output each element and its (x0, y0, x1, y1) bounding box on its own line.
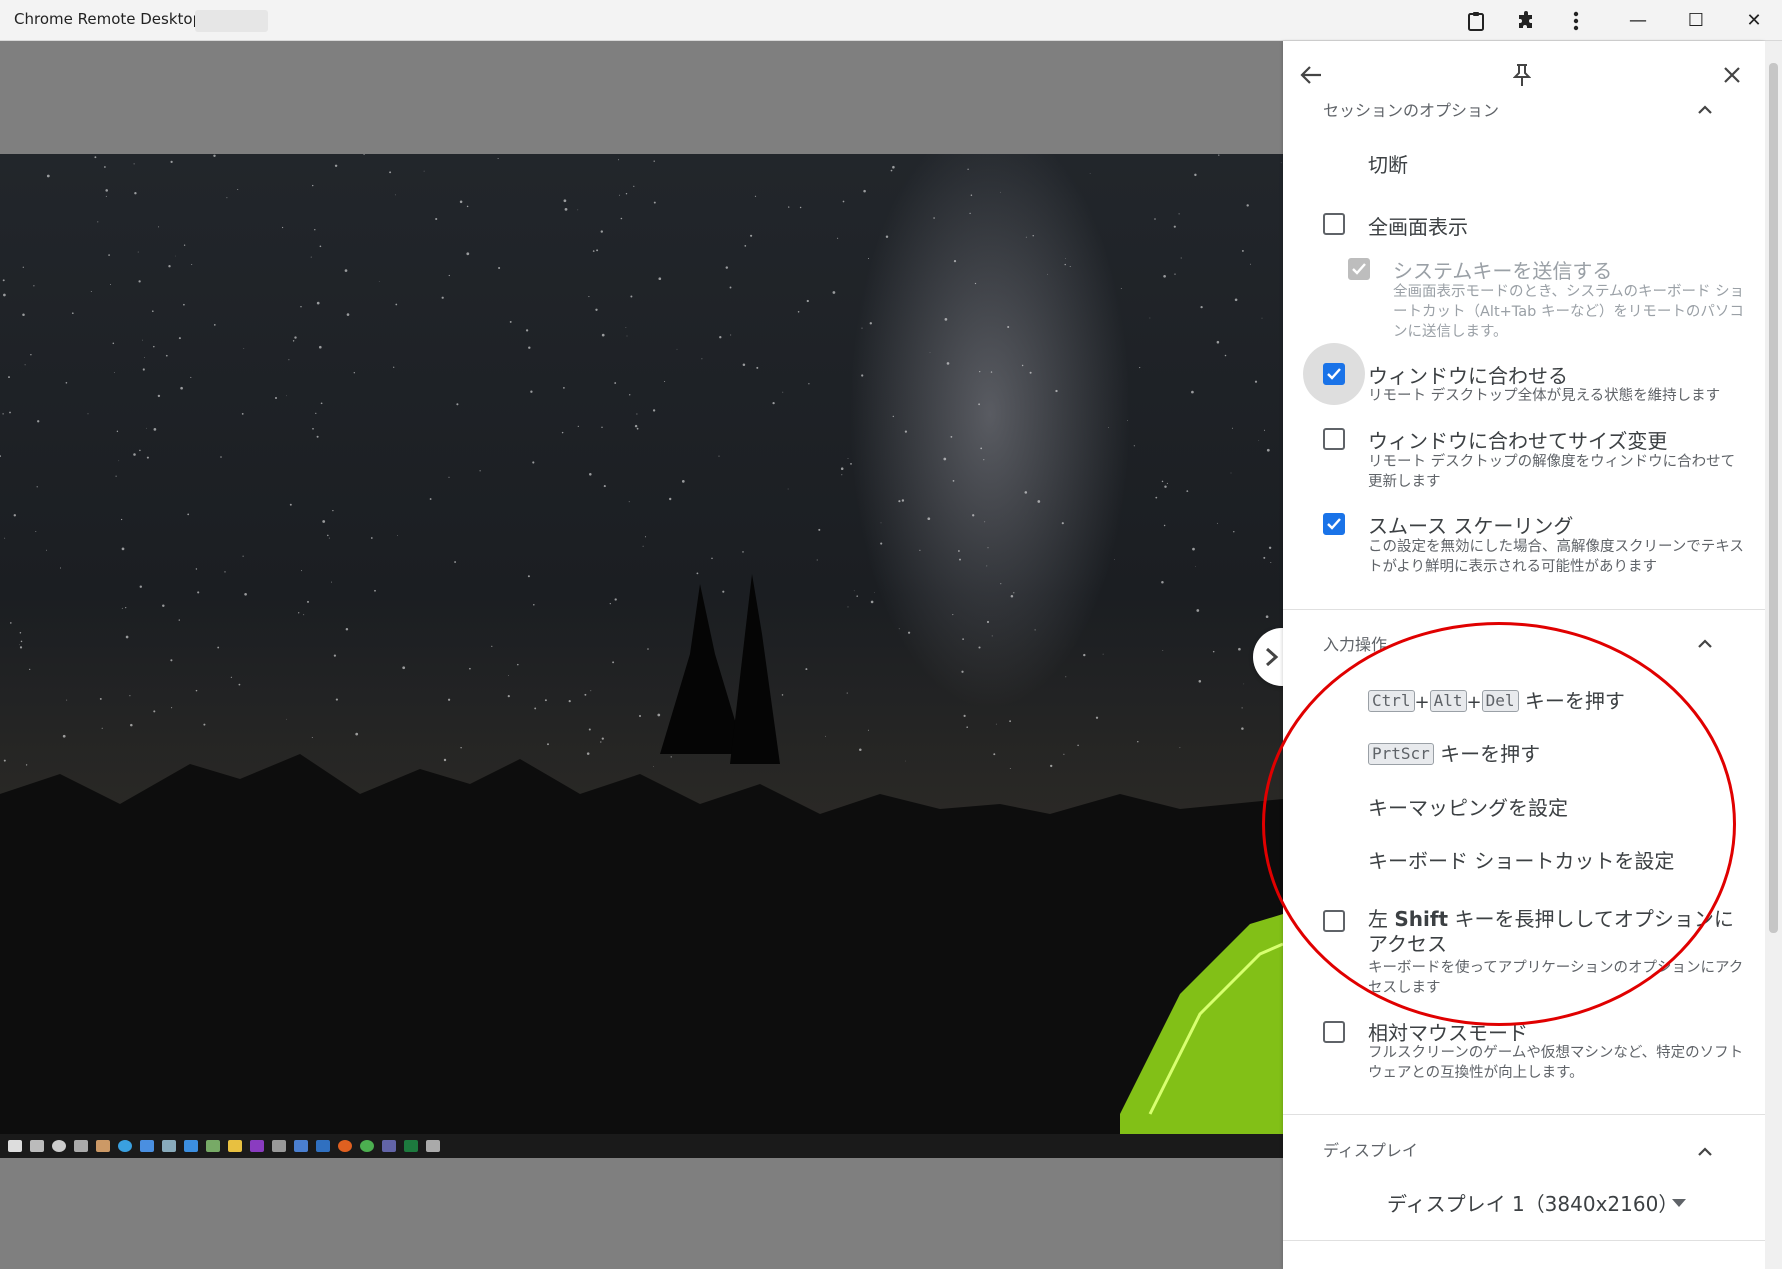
left-shift-checkbox[interactable] (1323, 910, 1345, 932)
keyboard-shortcuts-button[interactable]: キーボード ショートカットを設定 (1368, 845, 1674, 874)
firefox-icon[interactable] (338, 1140, 352, 1152)
maximize-button[interactable]: ☐ (1673, 0, 1719, 41)
checkmark-icon (1327, 518, 1341, 530)
send-system-keys-desc: 全画面表示モードのとき、システムのキーボード ショートカット（Alt+Tab キ… (1393, 284, 1745, 340)
pin-icon (1513, 64, 1531, 86)
edge-icon[interactable] (118, 1140, 132, 1152)
session-options-panel: セッションのオプション 切断 全画面表示 システムキーを送信する 全画面表示モー… (1283, 41, 1765, 1269)
key-mapping-button[interactable]: キーマッピングを設定 (1368, 792, 1568, 821)
relative-mouse-checkbox[interactable] (1323, 1021, 1345, 1043)
section-divider (1283, 1240, 1765, 1241)
fullscreen-label[interactable]: 全画面表示 (1368, 211, 1468, 240)
file-explorer-icon[interactable] (228, 1140, 242, 1152)
puzzle-icon[interactable] (1511, 6, 1541, 36)
del-key: Del (1481, 690, 1519, 712)
cortana-icon[interactable] (52, 1140, 66, 1152)
relative-mouse-desc: フルスクリーンのゲームや仮想マシンなど、特定のソフトウェアとの互換性が向上します… (1368, 1045, 1744, 1081)
close-panel-button[interactable] (1712, 55, 1752, 95)
app-icon[interactable] (272, 1140, 286, 1152)
resize-to-fit-checkbox[interactable] (1323, 428, 1345, 450)
resize-to-fit-label[interactable]: ウィンドウに合わせてサイズ変更 (1368, 425, 1667, 454)
excel-icon[interactable] (404, 1140, 418, 1152)
send-system-keys-checkbox (1348, 258, 1370, 280)
left-shift-desc: キーボードを使ってアプリケーションのオプションにアクセスします (1368, 960, 1744, 996)
remote-taskbar (0, 1134, 1283, 1158)
app-icon[interactable] (96, 1140, 110, 1152)
window-title: Chrome Remote Desktop - (14, 10, 213, 28)
app-icon[interactable] (140, 1140, 154, 1152)
chrome-icon[interactable] (360, 1140, 374, 1152)
smooth-scaling-checkbox[interactable] (1323, 513, 1345, 535)
wallpaper-image (0, 154, 1283, 1134)
section-divider (1283, 1114, 1765, 1115)
app-icon[interactable] (162, 1140, 176, 1152)
checkmark-icon (1327, 368, 1341, 380)
fullscreen-checkbox[interactable] (1323, 213, 1345, 235)
chevron-up-icon (1698, 1147, 1712, 1156)
task-view-icon[interactable] (74, 1140, 88, 1152)
remote-desktop-wallpaper[interactable] (0, 154, 1283, 1134)
teams-icon[interactable] (382, 1140, 396, 1152)
send-ctrl-alt-del-button[interactable]: Ctrl + Alt + Del キーを押す (1368, 685, 1625, 714)
chevron-right-icon (1266, 647, 1279, 667)
collapse-display-button[interactable] (1693, 1139, 1717, 1163)
left-shift-label[interactable]: 左 Shift キーを長押ししてオプションにアクセス (1368, 907, 1748, 957)
redacted-hostname (195, 10, 268, 32)
prtscr-key: PrtScr (1368, 743, 1434, 765)
ctrl-alt-del-suffix: キーを押す (1524, 689, 1625, 713)
section-title-session: セッションのオプション (1323, 101, 1500, 120)
relative-mouse-label[interactable]: 相対マウスモード (1368, 1017, 1528, 1046)
collapse-session-button[interactable] (1693, 97, 1717, 121)
smooth-scaling-desc: この設定を無効にした場合、高解像度スクリーンでテキストがより鮮明に表示される可能… (1368, 539, 1744, 575)
send-prtscr-button[interactable]: PrtScr キーを押す (1368, 738, 1540, 767)
chevron-up-icon (1698, 639, 1712, 648)
windows-start-icon[interactable] (8, 1140, 22, 1152)
section-divider (1283, 609, 1765, 610)
ctrl-key: Ctrl (1368, 690, 1415, 712)
dropdown-arrow-icon[interactable] (1672, 1199, 1686, 1207)
more-vert-icon[interactable] (1561, 6, 1591, 36)
panel-scrollbar[interactable] (1765, 41, 1782, 1269)
section-title-display: ディスプレイ (1323, 1141, 1418, 1160)
app-icon[interactable] (206, 1140, 220, 1152)
prtscr-suffix: キーを押す (1440, 742, 1541, 766)
close-window-button[interactable]: ✕ (1731, 0, 1777, 41)
resize-to-fit-desc: リモート デスクトップの解像度をウィンドウに合わせて更新します (1368, 454, 1736, 490)
fit-window-label[interactable]: ウィンドウに合わせる (1368, 360, 1568, 389)
checkmark-icon (1352, 263, 1366, 275)
back-button[interactable] (1291, 55, 1331, 95)
send-system-keys-label: システムキーを送信する (1393, 259, 1613, 283)
fit-window-desc: リモート デスクトップ全体が見える状態を維持します (1368, 388, 1721, 404)
close-icon (1724, 67, 1740, 83)
pin-button[interactable] (1502, 55, 1542, 95)
disconnect-button[interactable]: 切断 (1368, 149, 1408, 178)
app-icon[interactable] (316, 1140, 330, 1152)
onenote-icon[interactable] (250, 1140, 264, 1152)
back-arrow-icon (1300, 66, 1321, 84)
section-title-input: 入力操作 (1323, 635, 1388, 654)
smooth-scaling-label[interactable]: スムース スケーリング (1368, 510, 1573, 539)
app-icon[interactable] (294, 1140, 308, 1152)
alt-key: Alt (1429, 690, 1467, 712)
search-icon[interactable] (30, 1140, 44, 1152)
app-icon[interactable] (184, 1140, 198, 1152)
display-select[interactable]: ディスプレイ 1（3840x2160） (1387, 1188, 1678, 1217)
clipboard-icon[interactable] (1461, 6, 1491, 36)
minimize-button[interactable]: — (1615, 0, 1661, 41)
scrollbar-thumb[interactable] (1769, 63, 1778, 933)
fit-window-checkbox[interactable] (1323, 363, 1345, 385)
app-icon[interactable] (426, 1140, 440, 1152)
collapse-input-button[interactable] (1693, 631, 1717, 655)
chevron-up-icon (1698, 105, 1712, 114)
window-title-bar: Chrome Remote Desktop - — ☐ ✕ (0, 0, 1782, 41)
